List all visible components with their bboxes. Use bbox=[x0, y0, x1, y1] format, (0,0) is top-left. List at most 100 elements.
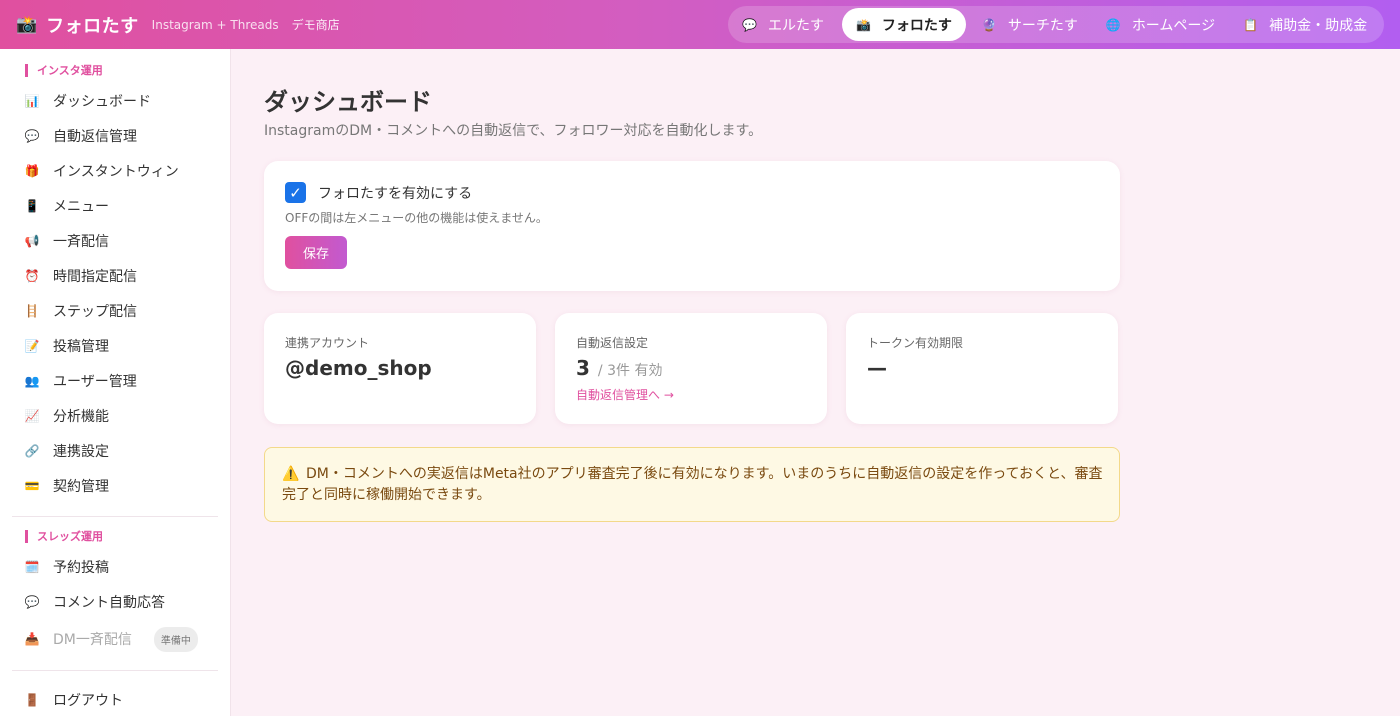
camera-icon: 📸 bbox=[855, 17, 871, 32]
main-content: ダッシュボード InstagramのDM・コメントへの自動返信で、フォロワー対応… bbox=[231, 49, 1400, 716]
clipboard-icon: 📋 bbox=[1243, 17, 1259, 32]
door-icon: 🚪 bbox=[24, 693, 40, 707]
sidebar-item-logout[interactable]: 🚪 ログアウト bbox=[0, 685, 231, 715]
sidebar-item-label: 予約投稿 bbox=[53, 560, 109, 576]
sidebar-item-contract[interactable]: 💳 契約管理 bbox=[0, 471, 231, 501]
account-value: @demo_shop bbox=[285, 356, 432, 380]
sidebar-item-dm-broadcast: 📥 DM一斉配信 準備中 bbox=[0, 624, 231, 654]
sidebar-item-label: ログアウト bbox=[53, 693, 123, 709]
save-button[interactable]: 保存 bbox=[285, 236, 347, 269]
nav-label: サーチたす bbox=[1007, 17, 1078, 34]
top-bar: 📸 フォロたす Instagram + Threads デモ商店 💬 エルたす … bbox=[0, 0, 1400, 49]
inbox-icon: 📥 bbox=[24, 632, 40, 646]
globe-icon: 🌐 bbox=[1105, 17, 1121, 32]
brand: 📸 フォロたす Instagram + Threads デモ商店 bbox=[16, 12, 340, 38]
divider bbox=[12, 670, 218, 671]
nav-label: 補助金・助成金 bbox=[1269, 17, 1368, 34]
stat-card-account: 連携アカウント @demo_shop bbox=[264, 313, 536, 424]
speech-bubble-icon: 💬 bbox=[24, 595, 40, 609]
section-label-instagram: インスタ運用 bbox=[25, 64, 103, 77]
stat-label: 自動返信設定 bbox=[576, 336, 649, 350]
enable-checkbox-label[interactable]: フォロたすを有効にする bbox=[318, 183, 472, 203]
sidebar-item-users[interactable]: 👥 ユーザー管理 bbox=[0, 366, 231, 396]
sidebar-item-comment-auto-reply[interactable]: 💬 コメント自動応答 bbox=[0, 587, 231, 617]
sidebar-item-dashboard[interactable]: 📊 ダッシュボード bbox=[0, 86, 231, 116]
sidebar-item-label: 一斉配信 bbox=[53, 234, 109, 250]
sidebar-item-label: 自動返信管理 bbox=[53, 129, 137, 145]
sidebar-item-label: 連携設定 bbox=[53, 444, 109, 460]
nav-forotasu[interactable]: 📸 フォロたす bbox=[841, 8, 966, 41]
sidebar-item-label: メニュー bbox=[53, 199, 109, 215]
sidebar-item-scheduled[interactable]: ⏰ 時間指定配信 bbox=[0, 261, 231, 291]
store-name: デモ商店 bbox=[291, 18, 340, 32]
notice-banner: ⚠️ DM・コメントへの実返信はMeta社のアプリ審査完了後に有効になります。い… bbox=[264, 447, 1120, 522]
sidebar-item-label: 時間指定配信 bbox=[53, 269, 137, 285]
trend-chart-icon: 📈 bbox=[24, 409, 40, 423]
mobile-phone-icon: 📱 bbox=[24, 199, 40, 213]
calendar-icon: 🗓️ bbox=[24, 560, 40, 574]
link-icon: 🔗 bbox=[24, 444, 40, 458]
stat-label: トークン有効期限 bbox=[867, 336, 964, 350]
coming-soon-badge: 準備中 bbox=[153, 626, 198, 652]
gift-icon: 🎁 bbox=[24, 164, 40, 178]
page-subtitle: InstagramのDM・コメントへの自動返信で、フォロワー対応を自動化します。 bbox=[264, 123, 763, 139]
speech-bubble-icon: 💬 bbox=[24, 129, 40, 143]
sidebar-item-label: DM一斉配信 bbox=[53, 632, 132, 648]
enable-checkbox[interactable]: ✓ bbox=[285, 182, 306, 203]
section-label-threads: スレッズ運用 bbox=[25, 530, 103, 543]
sidebar-item-step[interactable]: 🪜 ステップ配信 bbox=[0, 296, 231, 326]
auto-reply-link[interactable]: 自動返信管理へ → bbox=[576, 386, 674, 403]
sidebar-item-label: コメント自動応答 bbox=[53, 595, 165, 611]
page-title: ダッシュボード bbox=[264, 88, 432, 116]
nav-searchtasu[interactable]: 🔮 サーチたす bbox=[968, 8, 1092, 41]
megaphone-icon: 📢 bbox=[24, 234, 40, 248]
sidebar: インスタ運用 📊 ダッシュボード 💬 自動返信管理 🎁 インスタントウィン 📱 … bbox=[0, 49, 231, 716]
credit-card-icon: 💳 bbox=[24, 479, 40, 493]
sidebar-item-broadcast[interactable]: 📢 一斉配信 bbox=[0, 226, 231, 256]
nav-erutasu[interactable]: 💬 エルたす bbox=[728, 8, 838, 41]
sidebar-item-label: ダッシュボード bbox=[53, 94, 151, 110]
nav-subsidy[interactable]: 📋 補助金・助成金 bbox=[1229, 8, 1381, 41]
camera-icon: 📸 bbox=[16, 14, 38, 35]
nav-label: ホームページ bbox=[1131, 17, 1216, 34]
enable-toggle-row: ✓ フォロたすを有効にする bbox=[285, 182, 472, 203]
stat-card-token: トークン有効期限 — bbox=[846, 313, 1118, 424]
alarm-clock-icon: ⏰ bbox=[24, 269, 40, 283]
enable-note: OFFの間は左メニューの他の機能は使えません。 bbox=[285, 211, 548, 225]
nav-label: エルたす bbox=[767, 17, 824, 34]
sidebar-item-label: 分析機能 bbox=[53, 409, 109, 425]
sidebar-item-analytics[interactable]: 📈 分析機能 bbox=[0, 401, 231, 431]
sidebar-item-label: ユーザー管理 bbox=[53, 374, 137, 390]
sidebar-item-auto-reply[interactable]: 💬 自動返信管理 bbox=[0, 121, 231, 151]
stat-card-auto-reply: 自動返信設定 3 / 3件 有効 自動返信管理へ → bbox=[555, 313, 827, 424]
checkmark-icon: ✓ bbox=[289, 183, 302, 202]
app-title: フォロたす bbox=[46, 15, 139, 37]
auto-reply-count: 3 / 3件 有効 bbox=[576, 356, 662, 380]
nav-homepage[interactable]: 🌐 ホームページ bbox=[1092, 8, 1229, 41]
total-count: / 3件 有効 bbox=[597, 363, 663, 379]
sidebar-item-posts[interactable]: 📝 投稿管理 bbox=[0, 331, 231, 361]
sidebar-item-label: 投稿管理 bbox=[53, 339, 109, 355]
active-count: 3 bbox=[576, 356, 590, 380]
notice-text: DM・コメントへの実返信はMeta社のアプリ審査完了後に有効になります。いまのう… bbox=[282, 466, 1103, 503]
divider bbox=[12, 516, 218, 517]
sidebar-item-integration[interactable]: 🔗 連携設定 bbox=[0, 436, 231, 466]
crystal-ball-icon: 🔮 bbox=[981, 17, 997, 32]
product-switcher: 💬 エルたす 📸 フォロたす 🔮 サーチたす 🌐 ホームページ 📋 補助金・助成… bbox=[728, 6, 1384, 43]
sidebar-item-label: インスタントウィン bbox=[53, 164, 179, 180]
enable-card: ✓ フォロたすを有効にする OFFの間は左メニューの他の機能は使えません。 保存 bbox=[264, 161, 1120, 291]
users-icon: 👥 bbox=[24, 374, 40, 388]
nav-label: フォロたす bbox=[881, 17, 952, 34]
token-expiry-value: — bbox=[867, 356, 887, 380]
bar-chart-icon: 📊 bbox=[24, 94, 40, 108]
sidebar-item-label: ステップ配信 bbox=[53, 304, 137, 320]
speech-bubble-icon: 💬 bbox=[742, 17, 757, 32]
sidebar-item-instant-win[interactable]: 🎁 インスタントウィン bbox=[0, 156, 231, 186]
stat-label: 連携アカウント bbox=[285, 336, 370, 350]
sidebar-item-label: 契約管理 bbox=[53, 479, 109, 495]
sidebar-item-scheduled-post[interactable]: 🗓️ 予約投稿 bbox=[0, 552, 231, 582]
app-subtitle: Instagram + Threads bbox=[151, 17, 279, 32]
sidebar-item-menu[interactable]: 📱 メニュー bbox=[0, 191, 231, 221]
memo-icon: 📝 bbox=[24, 339, 40, 353]
ladder-icon: 🪜 bbox=[24, 304, 40, 318]
